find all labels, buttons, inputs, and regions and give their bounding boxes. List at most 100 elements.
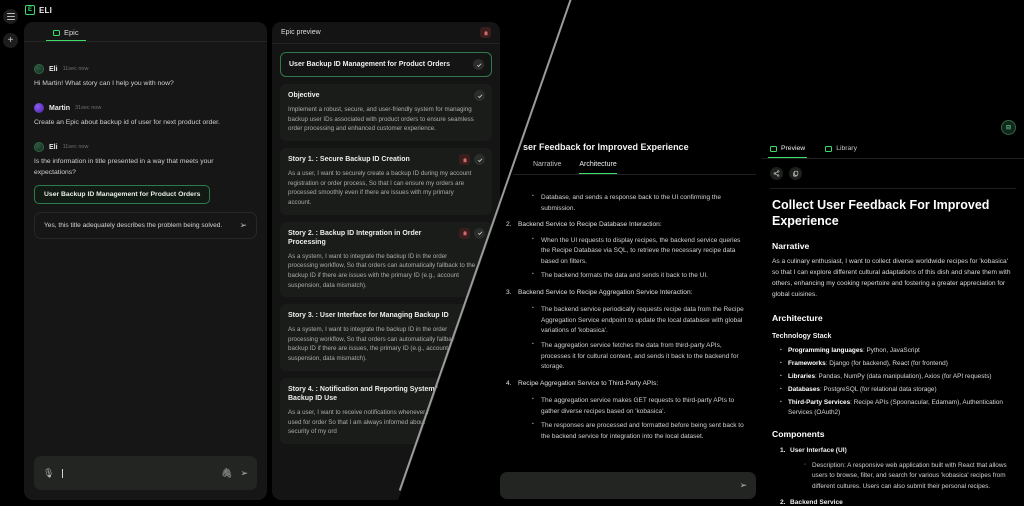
tech-stack-item: Frameworks: Django (for backend), React … (780, 359, 1014, 369)
send-icon[interactable]: ➢ (739, 481, 747, 490)
panel-toggle-button[interactable]: ⊟ (1001, 120, 1016, 135)
tab-narrative[interactable]: Narrative (533, 161, 561, 174)
trash-icon[interactable] (480, 27, 491, 38)
message-time: 11sec now (62, 66, 89, 72)
tech-label: Programming languages (788, 347, 863, 354)
chat-message: Martin 31sec now Create an Epic about ba… (34, 103, 257, 128)
check-icon[interactable] (473, 59, 484, 70)
message-header: Martin 31sec now (34, 103, 257, 114)
tab-preview[interactable]: Preview (768, 143, 808, 158)
item-number: 2. (506, 221, 512, 229)
card-actions (473, 59, 484, 70)
tech-label: Frameworks (788, 359, 826, 367)
chat-messages: Eli 11sec now Hi Martin! What story can … (24, 42, 267, 500)
architecture-content[interactable]: Database, and sends a response back to t… (500, 185, 756, 448)
architecture-bullet: The aggregation service fetches the data… (532, 340, 750, 373)
avatar (34, 64, 44, 74)
trash-icon[interactable] (459, 154, 470, 166)
architecture-item: 3. Backend Service to Recipe Aggregation… (506, 288, 750, 373)
plus-icon: + (7, 35, 14, 46)
tech-value: : PostgreSQL (for relational data storag… (819, 385, 937, 393)
story-composer[interactable]: ➢ (500, 472, 756, 499)
avatar (34, 142, 44, 153)
check-icon[interactable] (474, 154, 485, 166)
menu-button[interactable] (3, 9, 18, 24)
architecture-sublist: Database, and sends a response back to t… (518, 192, 750, 214)
component-item: 1. User Interface (UI) Description: A re… (780, 446, 1014, 492)
architecture-item: 2. Backend Service to Recipe Database In… (506, 220, 750, 282)
tech-value: : Django (for backend), React (for front… (825, 359, 948, 367)
preview-tabbar: Preview Library (762, 143, 1024, 159)
message-text: Hi Martin! What story can I help you wit… (34, 80, 174, 87)
tech-label: Databases (788, 385, 820, 393)
message-text: Is the information in title presented in… (34, 158, 214, 176)
confirmation-row[interactable]: Yes, this title adequately describes the… (34, 211, 257, 239)
story-text: As a system, I want to integrate the bac… (288, 252, 476, 289)
item-number: 3. (506, 288, 512, 296)
tab-preview-label: Preview (781, 145, 806, 152)
microphone-icon[interactable]: 🎙 (43, 468, 54, 478)
trash-icon[interactable] (459, 227, 470, 239)
check-icon[interactable] (474, 90, 485, 102)
brand: E ELI (21, 0, 52, 20)
architecture-bullet: The responses are processed and formatte… (532, 420, 750, 442)
share-icon[interactable] (770, 167, 783, 180)
suggestion-chip[interactable]: User Backup ID Management for Product Or… (34, 184, 211, 204)
architecture-bullet: The backend formats the data and sends i… (532, 270, 750, 282)
send-icon[interactable]: ➢ (239, 220, 247, 230)
architecture-sublist: The backend service periodically request… (518, 304, 750, 373)
epic-title-card[interactable]: User Backup ID Management for Product Or… (280, 52, 492, 78)
add-button[interactable]: + (3, 33, 18, 48)
story-card: Story 1. : Secure Backup ID Creation As … (280, 148, 492, 215)
card-actions (474, 90, 485, 102)
story-heading: Story 3. : User Interface for Managing B… (288, 312, 449, 320)
tech-label: Libraries (788, 372, 815, 380)
preview-title: Collect User Feedback For Improved Exper… (772, 198, 990, 228)
tab-epic[interactable]: Epic (46, 28, 86, 41)
tech-stack-heading: Technology Stack (772, 333, 832, 340)
message-text: Create an Epic about backup id of user f… (34, 119, 220, 127)
story-card: Story 2. : Backup ID Integration in Orde… (280, 221, 492, 298)
story-heading: Story 2. : Backup ID Integration in Orde… (288, 229, 422, 246)
paperclip-icon[interactable]: 🖇 (221, 468, 232, 478)
tab-library-label: Library (836, 145, 857, 152)
tech-label: Third-Party Services (788, 398, 851, 406)
tab-library[interactable]: Library (823, 143, 859, 158)
component-name: User Interface (UI) (790, 447, 847, 455)
logo-glyph: E (27, 7, 32, 13)
chat-message: Eli 11sec now Hi Martin! What story can … (34, 64, 257, 89)
architecture-list: Database, and sends a response back to t… (506, 192, 750, 442)
story-detail-title: ct User Feedback for Improved Experience (506, 142, 689, 152)
chat-icon (770, 145, 777, 152)
item-label: Recipe Aggregation Service to Third-Part… (518, 379, 659, 387)
architecture-bullet: When the UI requests to display recipes,… (532, 235, 750, 268)
message-author: Eli (49, 143, 58, 151)
component-number: 1. (780, 447, 786, 455)
confirmation-text: Yes, this title adequately describes the… (44, 221, 223, 229)
text-caret (62, 468, 64, 478)
chat-input[interactable] (62, 468, 213, 478)
architecture-item: Database, and sends a response back to t… (506, 192, 750, 214)
tab-architecture[interactable]: Architecture (579, 161, 617, 174)
chat-composer[interactable]: 🎙 🖇 ➢ (34, 456, 257, 490)
chat-message: Eli 11sec now Is the information in titl… (34, 142, 257, 204)
copy-icon[interactable] (789, 167, 802, 180)
check-icon[interactable] (474, 227, 485, 239)
tech-stack-item: Databases: PostgreSQL (for relational da… (780, 385, 1014, 395)
tech-stack-list: Programming languages: Python, JavaScrip… (772, 346, 1014, 418)
tech-value: : Pandas, NumPy (data manipulation), Axi… (815, 372, 992, 380)
hamburger-icon (6, 13, 15, 20)
chat-tabbar: Epic (24, 22, 267, 42)
panel-icon: ⊟ (1005, 125, 1012, 131)
story-detail-tabbar: itle Narrative Architecture (500, 152, 756, 175)
preview-panel: Preview Library Collect User Feedback Fo… (762, 143, 1024, 506)
components-list: 1. User Interface (UI) Description: A re… (772, 446, 1014, 506)
chat-panel: Epic Eli 11sec now Hi Martin! What story… (24, 22, 267, 500)
book-icon (825, 145, 833, 152)
app-root: + E ELI Epic Eli 11sec now Hi Martin! Wh… (0, 0, 1024, 506)
message-author: Martin (49, 104, 70, 112)
message-time: 31sec now (75, 105, 102, 112)
send-icon[interactable]: ➢ (240, 468, 248, 478)
architecture-bullet: Database, and sends a response back to t… (532, 192, 750, 214)
message-author: Eli (49, 65, 58, 73)
